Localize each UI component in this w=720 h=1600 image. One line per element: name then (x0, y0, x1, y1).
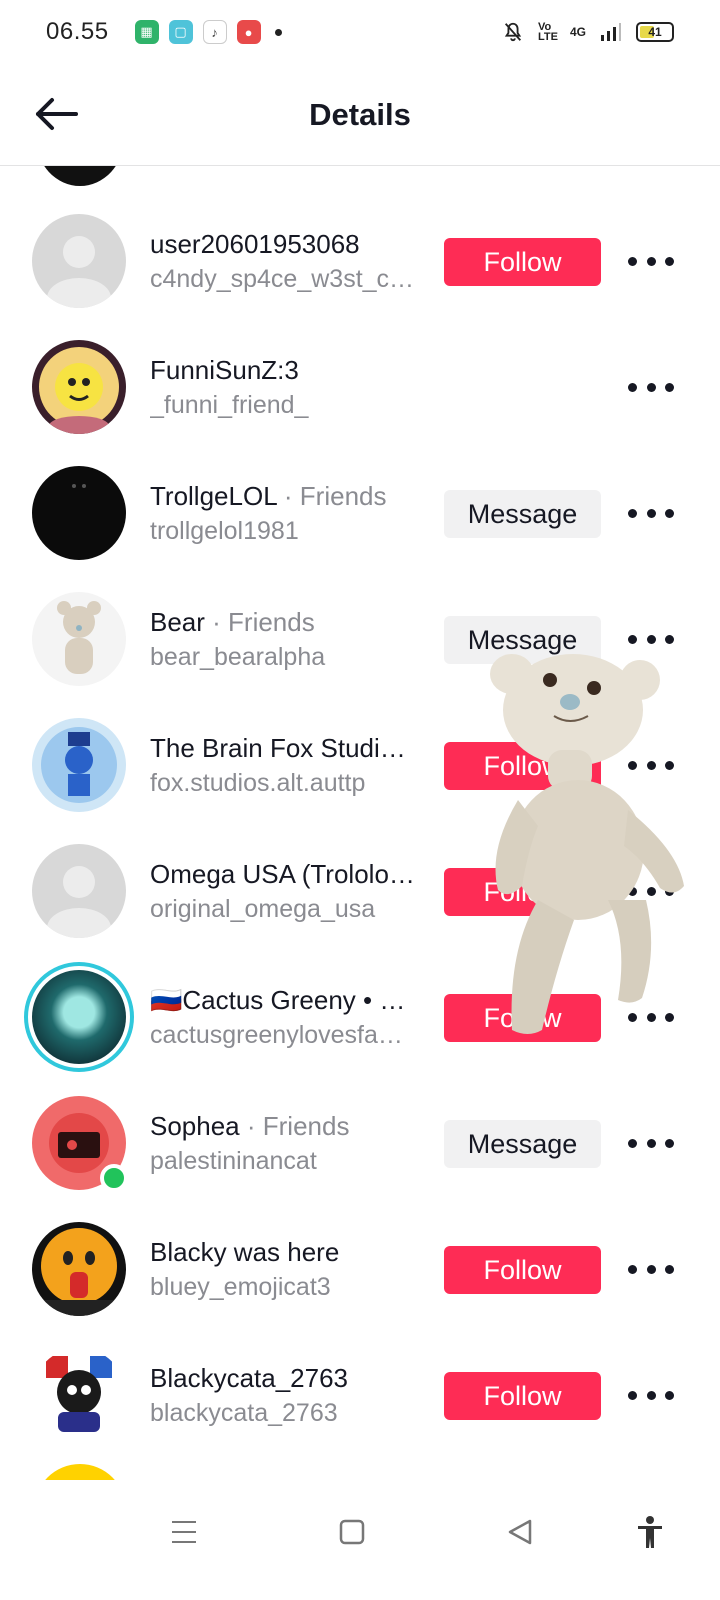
back-triangle-icon (508, 1519, 532, 1545)
ellipsis-icon (628, 1264, 637, 1274)
avatar (32, 970, 126, 1064)
home-button[interactable] (332, 1512, 372, 1552)
ellipsis-icon (628, 1390, 637, 1400)
message-button[interactable]: Message (444, 1120, 601, 1168)
screen-recorder-icon: ● (236, 20, 261, 44)
status-time: 06.55 (46, 18, 109, 45)
list-item[interactable]: Blacky was here bluey_emojicat3 Follow (0, 1206, 720, 1332)
avatar[interactable] (32, 214, 126, 308)
status-app-icons: ▦ ▢ ♪ ● (134, 20, 261, 44)
user-nickname: Sophea · Friends (150, 1111, 350, 1141)
emoji-avatar-icon (32, 1222, 126, 1316)
avatar[interactable] (32, 466, 126, 560)
default-avatar-icon (32, 214, 126, 308)
more-options-button[interactable] (628, 1254, 674, 1284)
robot-avatar-icon (32, 1348, 126, 1442)
silent-bell-icon (504, 22, 522, 42)
accessibility-icon (638, 1516, 662, 1548)
user-handle: blackycata_2763 (150, 1399, 338, 1427)
recent-apps-button[interactable] (164, 1512, 204, 1552)
list-item[interactable]: Blackycata_2763 blackycata_2763 Follow (0, 1332, 720, 1458)
ellipsis-icon (628, 382, 637, 392)
list-item[interactable]: user20601953068 c4ndy_sp4ce_w3st_c… Foll… (0, 198, 720, 324)
system-navigation-bar (0, 1480, 720, 1600)
avatar[interactable] (32, 718, 126, 812)
sunflower-avatar-icon (32, 340, 126, 434)
user-handle: fox.studios.alt.auttp (150, 769, 366, 797)
home-square-icon (339, 1519, 365, 1545)
list-item[interactable]: Sophea · Friends palestininancat Message (0, 1080, 720, 1206)
online-status-icon (100, 1164, 128, 1192)
user-handle: palestininancat (150, 1147, 317, 1175)
signal-icon (601, 23, 621, 41)
list-item[interactable]: TrollgeLOL · Friends trollgelol1981 Mess… (0, 450, 720, 576)
back-button[interactable] (34, 94, 78, 134)
bear-avatar-icon (32, 592, 126, 686)
follow-button[interactable]: Follow (444, 238, 601, 286)
user-handle: cactusgreenylovesfa… (150, 1021, 403, 1049)
user-handle: bear_bearalpha (150, 643, 326, 671)
more-options-button[interactable] (628, 372, 674, 402)
fox-studio-avatar-icon (32, 718, 126, 812)
ellipsis-icon (628, 256, 637, 266)
follow-button[interactable]: Follow (444, 1246, 601, 1294)
user-nickname: Blackycata_2763 (150, 1363, 349, 1393)
ellipsis-icon (628, 508, 637, 518)
page-header: Details (0, 64, 720, 166)
more-options-button[interactable] (628, 1380, 674, 1410)
bear-sticker-image (490, 654, 684, 1034)
phone-manager-icon: ▦ (134, 20, 159, 44)
user-nickname: Bear · Friends (150, 607, 315, 637)
status-bar: 06.55 ▦ ▢ ♪ ● Vo LTE 4G 41 (0, 0, 720, 64)
user-nickname: FunniSunZ:3 (150, 355, 299, 385)
list-item[interactable]: FunniSunZ:3 _funni_friend_ (0, 324, 720, 450)
user-handle: bluey_emojicat3 (150, 1273, 331, 1301)
gallery-icon: ▢ (168, 20, 193, 44)
network-label: 4G (569, 25, 586, 39)
more-options-button[interactable] (628, 246, 674, 276)
follow-button[interactable]: Follow (444, 1372, 601, 1420)
user-nickname: The Brain Fox Studi… (150, 733, 406, 763)
user-nickname: Omega USA (Trololo… (150, 859, 415, 889)
page-title: Details (309, 96, 411, 132)
ellipsis-icon (628, 1138, 637, 1148)
user-nickname: TrollgeLOL · Friends (150, 481, 387, 511)
avatar[interactable] (32, 1222, 126, 1316)
user-handle: c4ndy_sp4ce_w3st_c… (150, 265, 415, 293)
avatar[interactable] (32, 844, 126, 938)
more-options-button[interactable] (628, 498, 674, 528)
system-back-button[interactable] (500, 1512, 540, 1552)
avatar[interactable] (36, 166, 124, 186)
menu-icon (172, 1521, 196, 1543)
message-button[interactable]: Message (444, 490, 601, 538)
dark-avatar-icon (32, 466, 126, 560)
notification-dot-icon (274, 28, 282, 36)
ellipsis-icon (628, 634, 637, 644)
battery-icon: 41 (636, 22, 674, 42)
more-options-button[interactable] (628, 1128, 674, 1158)
status-indicators: Vo LTE 4G 41 (502, 21, 674, 43)
avatar-story-ring[interactable] (24, 962, 134, 1072)
tiktok-icon: ♪ (202, 20, 227, 44)
battery-level: 41 (648, 25, 662, 39)
default-avatar-icon (32, 844, 126, 938)
user-nickname: user20601953068 (150, 229, 360, 259)
arrow-left-icon (36, 98, 78, 130)
user-handle: _funni_friend_ (150, 391, 309, 419)
user-nickname: 🇷🇺Cactus Greeny • … (150, 985, 406, 1015)
user-handle: original_omega_usa (150, 895, 376, 923)
user-nickname: Blacky was here (150, 1237, 340, 1267)
avatar[interactable] (32, 340, 126, 434)
user-handle: trollgelol1981 (150, 517, 299, 545)
volte-label: Vo LTE (537, 21, 558, 43)
avatar[interactable] (32, 1348, 126, 1442)
avatar[interactable] (32, 592, 126, 686)
accessibility-button[interactable] (630, 1512, 670, 1552)
